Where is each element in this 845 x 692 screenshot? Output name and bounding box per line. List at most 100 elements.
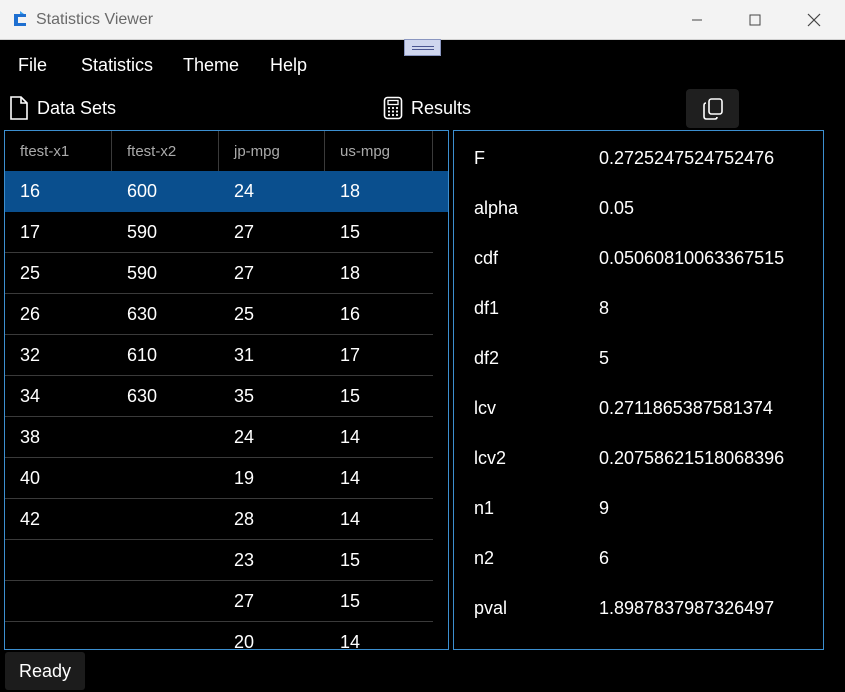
table-cell[interactable]: 17 [5, 212, 112, 252]
result-row: lcv2 0.20758621518068396 [474, 433, 784, 483]
table-cell[interactable]: 27 [219, 253, 325, 293]
table-cell[interactable]: 14 [325, 417, 433, 457]
table-cell[interactable]: 27 [219, 581, 325, 621]
calculator-icon [383, 96, 403, 120]
table-cell[interactable]: 15 [325, 581, 433, 621]
table-cell[interactable]: 14 [325, 458, 433, 498]
table-cell[interactable]: 25 [5, 253, 112, 293]
table-cell[interactable]: 590 [112, 253, 219, 293]
table-cell[interactable] [5, 581, 112, 621]
menu-statistics[interactable]: Statistics [81, 55, 153, 76]
result-row: F 0.2725247524752476 [474, 133, 774, 183]
result-row: df1 8 [474, 283, 609, 333]
column-header-jp-mpg[interactable]: jp-mpg [219, 131, 325, 171]
table-cell[interactable]: 25 [219, 294, 325, 334]
result-key: cdf [474, 247, 499, 268]
table-cell[interactable]: 610 [112, 335, 219, 375]
table-cell[interactable]: 38 [5, 417, 112, 457]
table-cell[interactable]: 31 [219, 335, 325, 375]
table-cell[interactable]: 24 [219, 171, 325, 211]
data-grid[interactable]: ftest-x1 ftest-x2 jp-mpg us-mpg 16 600 24 1… [4, 130, 449, 650]
table-cell[interactable] [112, 417, 219, 457]
minimize-icon [692, 19, 702, 21]
table-cell[interactable]: 15 [325, 540, 433, 580]
table-cell[interactable] [112, 622, 219, 649]
table-cell[interactable]: 14 [325, 622, 433, 650]
table-cell[interactable]: 35 [219, 376, 325, 416]
menu-theme[interactable]: Theme [183, 55, 239, 76]
result-value: 8 [599, 297, 610, 318]
statistics-app-icon [10, 10, 30, 30]
table-cell[interactable]: 16 [325, 294, 433, 334]
table-row[interactable]: 34 630 35 15 [5, 376, 433, 417]
menu-help[interactable]: Help [270, 55, 307, 76]
table-cell[interactable] [5, 540, 112, 580]
grid-header: ftest-x1 ftest-x2 jp-mpg us-mpg [5, 131, 448, 171]
grip-icon [411, 45, 434, 50]
result-key: n2 [474, 547, 495, 568]
table-cell[interactable]: 27 [219, 212, 325, 252]
result-key: df2 [474, 347, 500, 368]
maximize-button[interactable] [726, 0, 784, 40]
splitter-handle[interactable] [404, 39, 441, 56]
result-row: cdf 0.05060810063367515 [474, 233, 784, 283]
table-cell[interactable]: 18 [325, 171, 433, 211]
table-cell[interactable]: 23 [219, 540, 325, 580]
table-cell[interactable] [112, 458, 219, 498]
close-button[interactable] [785, 0, 843, 40]
result-row: lcv 0.2711865387581374 [474, 383, 773, 433]
result-value: 5 [599, 347, 610, 368]
data-sets-header: Data Sets [9, 92, 116, 124]
table-row[interactable]: 25 590 27 18 [5, 253, 433, 294]
data-sets-label: Data Sets [37, 97, 117, 118]
table-cell[interactable]: 19 [219, 458, 325, 498]
table-cell[interactable] [112, 581, 219, 621]
result-row: df2 5 [474, 333, 609, 383]
table-cell[interactable] [112, 499, 219, 539]
result-value: 0.05060810063367515 [599, 247, 785, 268]
table-row[interactable]: 40 19 14 [5, 458, 433, 499]
table-cell[interactable] [112, 540, 219, 580]
table-cell[interactable]: 26 [5, 294, 112, 334]
copy-results-button[interactable] [686, 89, 739, 128]
table-cell[interactable]: 16 [5, 171, 112, 211]
table-cell[interactable]: 24 [219, 417, 325, 457]
table-cell[interactable] [5, 622, 112, 649]
maximize-icon [749, 14, 761, 26]
result-row: pval 1.8987837987326497 [474, 583, 774, 633]
table-cell[interactable]: 630 [112, 376, 219, 416]
minimize-button[interactable] [668, 0, 726, 40]
table-row[interactable]: 26 630 25 16 [5, 294, 433, 335]
table-cell[interactable]: 42 [5, 499, 112, 539]
table-cell[interactable]: 32 [5, 335, 112, 375]
table-cell[interactable]: 600 [112, 171, 219, 211]
table-cell[interactable]: 15 [325, 376, 433, 416]
result-row: n1 9 [474, 483, 609, 533]
table-cell[interactable]: 40 [5, 458, 112, 498]
title-bar: Statistics Viewer [0, 0, 845, 40]
table-row[interactable]: 32 610 31 17 [5, 335, 433, 376]
table-row[interactable]: 16 600 24 18 [5, 171, 448, 212]
table-row[interactable]: 23 15 [5, 540, 433, 581]
document-icon [10, 96, 28, 120]
table-cell[interactable]: 15 [325, 212, 433, 252]
table-cell[interactable]: 630 [112, 294, 219, 334]
table-cell[interactable]: 20 [219, 622, 325, 650]
menu-file[interactable]: File [18, 55, 47, 76]
column-header-ftest-x1[interactable]: ftest-x1 [5, 131, 112, 171]
table-row[interactable]: 27 15 [5, 581, 433, 622]
result-value: 0.2711865387581374 [599, 397, 773, 418]
table-row[interactable]: 38 24 14 [5, 417, 433, 458]
table-row[interactable]: 17 590 27 15 [5, 212, 433, 253]
table-row[interactable]: 20 14 [5, 622, 433, 650]
table-row[interactable]: 42 28 14 [5, 499, 433, 540]
table-cell[interactable]: 18 [325, 253, 433, 293]
table-cell[interactable]: 17 [325, 335, 433, 375]
result-key: df1 [474, 297, 500, 318]
table-cell[interactable]: 590 [112, 212, 219, 252]
table-cell[interactable]: 28 [219, 499, 325, 539]
column-header-us-mpg[interactable]: us-mpg [325, 131, 433, 171]
table-cell[interactable]: 34 [5, 376, 112, 416]
table-cell[interactable]: 14 [325, 499, 433, 539]
column-header-ftest-x2[interactable]: ftest-x2 [112, 131, 219, 171]
